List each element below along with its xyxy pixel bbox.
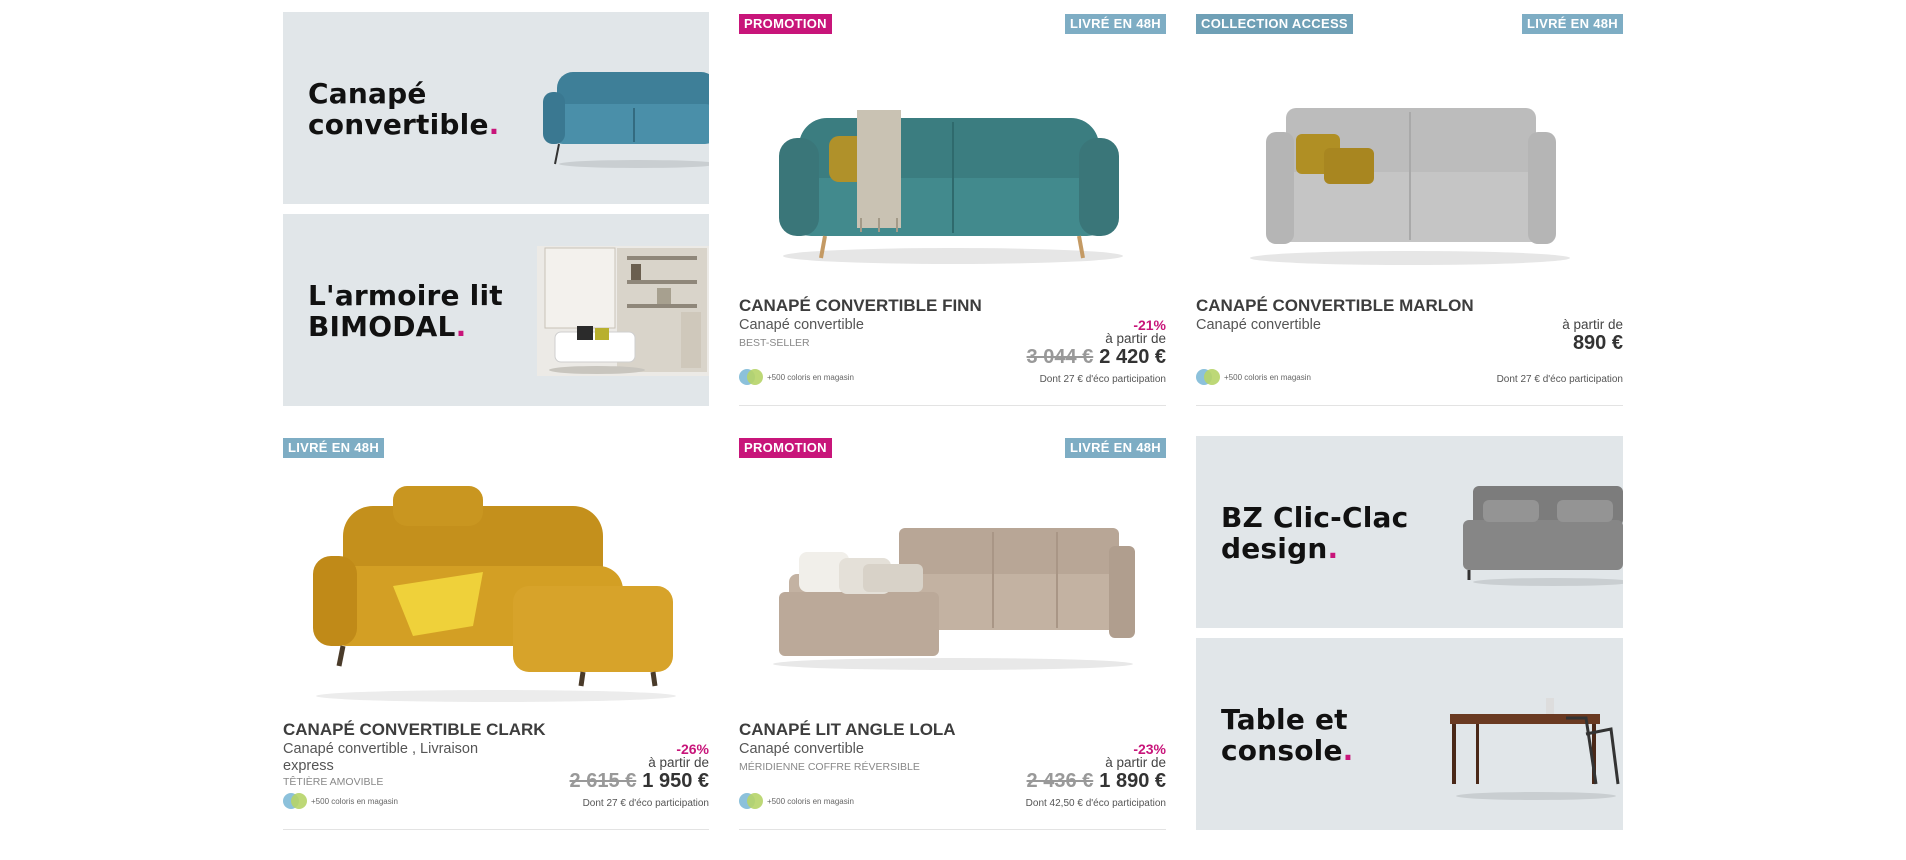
product-note: TÊTIÈRE AMOVIBLE [283,776,384,788]
product-name: CANAPÉ LIT ANGLE LOLA [739,720,956,739]
colors-in-store: +500 coloris en magasin [767,373,854,382]
price-block: -21% à partir de 3 044 €2 420 € [1027,318,1166,369]
banner-title-line1: Canapé [308,77,427,110]
sofa-image [779,110,1123,264]
colors-in-store: +500 coloris en magasin [1224,373,1311,382]
product-name: CANAPÉ CONVERTIBLE CLARK [283,720,546,739]
price-block: -23% à partir de 2 436 €1 890 € [1027,742,1166,793]
color-swatch-icon [739,369,763,385]
product-category: Canapé convertible [1196,317,1321,333]
sofa-image [773,528,1135,670]
product-note: BEST-SELLER [739,337,810,349]
eco-participation: Dont 27 € d'éco participation [1039,374,1166,385]
current-price: 890 € [1572,332,1623,354]
product-card-lola[interactable]: PROMOTION LIVRÉ EN 48H CANAPÉ LIT ANGLE … [739,436,1166,830]
price-block: à partir de 890 € [1562,318,1623,355]
banner-title-line2: convertible [308,108,489,141]
collection-badge: COLLECTION ACCESS [1196,14,1353,34]
from-label: à partir de [1105,331,1166,346]
product-card-clark[interactable]: LIVRÉ EN 48H CANAPÉ CONVERTIBLE CLARK Ca… [283,436,709,830]
banner-title-line1: Table et [1221,703,1348,736]
old-price: 3 044 € [1026,346,1094,368]
sofa-image [313,486,676,702]
divider [739,829,1166,830]
sofa-image [543,72,709,168]
product-note: MÉRIDIENNE COFFRE RÉVERSIBLE [739,761,920,773]
banner-title: Table et console. [1221,704,1354,766]
current-price: 1 890 € [1099,770,1166,792]
sofa-image [1250,108,1570,265]
price-amount: 2 615 €1 950 € [570,769,709,793]
current-price: 1 950 € [642,770,709,792]
banner-bz-clic-clac[interactable]: BZ Clic-Clac design. [1196,436,1623,628]
eco-participation: Dont 27 € d'éco participation [582,798,709,809]
colors-in-store: +500 coloris en magasin [767,797,854,806]
delivery-badge: LIVRÉ EN 48H [1064,438,1166,458]
product-category: Canapé convertible [739,317,864,333]
product-name: CANAPÉ CONVERTIBLE FINN [739,296,982,315]
banner-title: BZ Clic-Clac design. [1221,502,1408,564]
discount-percent: -21% [1133,317,1166,333]
banner-title: L'armoire lit BIMODAL. [308,280,503,342]
divider [283,829,709,830]
delivery-badge: LIVRÉ EN 48H [283,438,385,458]
banner-title-line2: design [1221,532,1328,565]
eco-participation: Dont 27 € d'éco participation [1496,374,1623,385]
accent-dot: . [1327,532,1339,565]
banner-table-console[interactable]: Table et console. [1196,638,1623,830]
divider [739,405,1166,406]
table-image [1450,698,1620,800]
banner-title-line2: console [1221,734,1343,767]
old-price: 2 436 € [1026,770,1094,792]
banner-title-line2: BIMODAL [308,310,456,343]
promotion-badge: PROMOTION [739,438,832,458]
product-card-finn[interactable]: PROMOTION LIVRÉ EN 48H CANAPÉ CONVERTIBL… [739,12,1166,406]
price-block: -26% à partir de 2 615 €1 950 € [570,742,709,793]
divider [1196,405,1623,406]
price-amount: 3 044 €2 420 € [1027,345,1166,369]
from-label: à partir de [1562,317,1623,332]
banner-title-line1: L'armoire lit [308,279,503,312]
product-category: Canapé convertible , Livraison express [283,741,479,774]
product-name: CANAPÉ CONVERTIBLE MARLON [1196,296,1474,315]
accent-dot: . [488,108,500,141]
eco-participation: Dont 42,50 € d'éco participation [1025,798,1166,809]
price-amount: 2 436 €1 890 € [1027,769,1166,793]
banner-title-line1: BZ Clic-Clac [1221,501,1409,534]
color-swatch-icon [739,793,763,809]
delivery-badge: LIVRÉ EN 48H [1521,14,1623,34]
promotion-badge: PROMOTION [739,14,832,34]
accent-dot: . [455,310,467,343]
clic-clac-image [1463,486,1623,586]
banner-armoire-lit[interactable]: L'armoire lit BIMODAL. [283,214,709,406]
banner-title: Canapé convertible. [308,78,499,140]
price-amount: 890 € [1562,331,1623,355]
banner-canape-convertible[interactable]: Canapé convertible. [283,12,709,204]
color-swatch-icon [1196,369,1220,385]
accent-dot: . [1342,734,1354,767]
colors-in-store: +500 coloris en magasin [311,797,398,806]
current-price: 2 420 € [1099,346,1166,368]
discount-percent: -26% [676,741,709,757]
old-price: 2 615 € [569,770,637,792]
product-category: Canapé convertible [739,741,864,757]
from-label: à partir de [648,755,709,770]
discount-percent: -23% [1133,741,1166,757]
color-swatch-icon [283,793,307,809]
armoire-bed-image [537,246,709,376]
delivery-badge: LIVRÉ EN 48H [1064,14,1166,34]
product-card-marlon[interactable]: COLLECTION ACCESS LIVRÉ EN 48H CANAPÉ CO… [1196,12,1623,406]
from-label: à partir de [1105,755,1166,770]
